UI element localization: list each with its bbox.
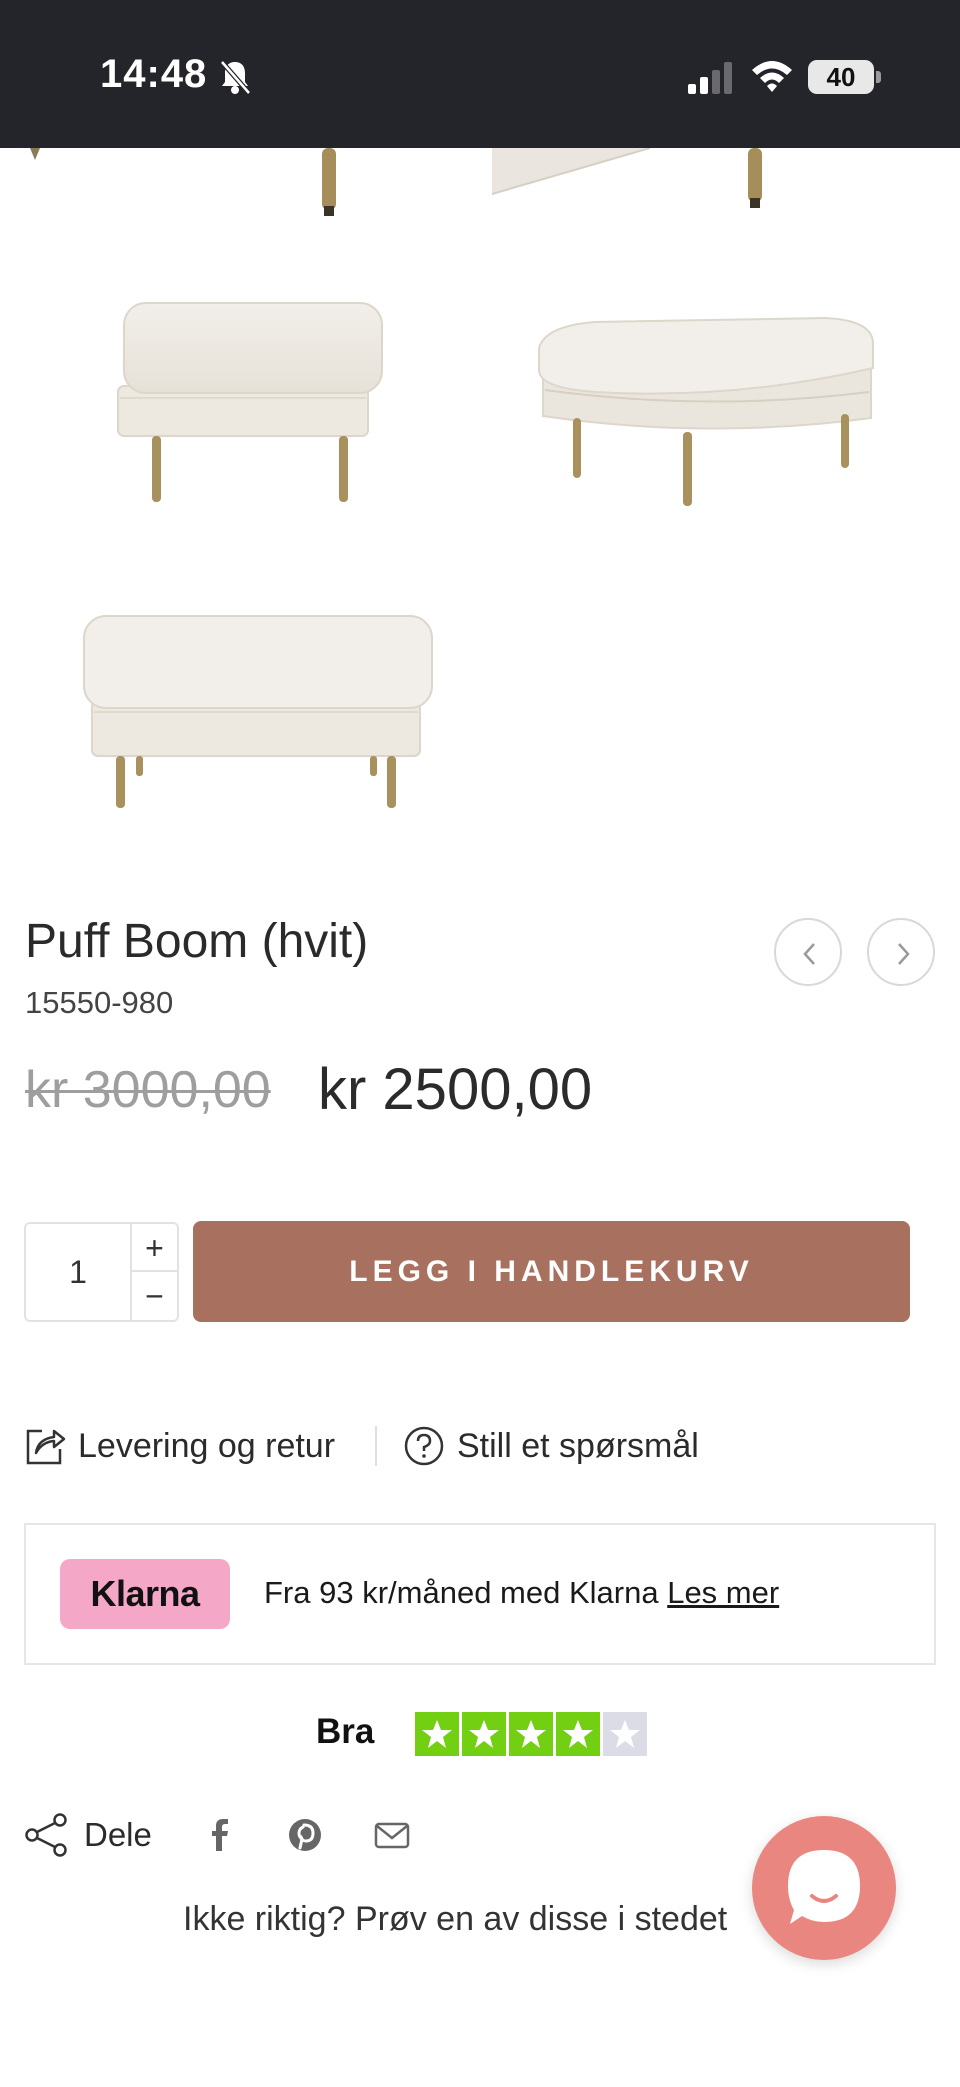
signal-icon — [688, 62, 732, 94]
status-bar: 14:48 40 — [0, 0, 960, 148]
next-product-button[interactable] — [867, 918, 935, 986]
add-to-cart-button[interactable]: LEGG I HANDLEKURV — [193, 1221, 910, 1322]
sale-price: kr 2500,00 — [318, 1057, 593, 1122]
alternatives-heading: Ikke riktig? Prøv en av disse i stedet — [183, 1900, 728, 1938]
product-sku: 15550-980 — [25, 985, 174, 1020]
previous-product-button[interactable] — [774, 918, 842, 986]
quantity-increase-button[interactable]: + — [132, 1224, 177, 1272]
ask-question-label: Still et spørsmål — [457, 1426, 699, 1465]
wifi-icon — [752, 61, 792, 92]
star-icon — [556, 1712, 600, 1756]
status-time: 14:48 — [100, 52, 208, 96]
quantity-input[interactable]: 1 — [26, 1224, 130, 1320]
trustpilot-rating-label: Bra — [316, 1712, 375, 1751]
star-icon — [415, 1712, 459, 1756]
product-image-3[interactable] — [110, 298, 390, 508]
star-icon — [462, 1712, 506, 1756]
klarna-installment-text: Fra 93 kr/måned med Klarna — [264, 1575, 659, 1610]
klarna-logo: Klarna — [60, 1559, 230, 1629]
battery-icon: 40 — [808, 60, 874, 94]
product-image-2[interactable] — [480, 148, 960, 228]
chat-button[interactable] — [752, 1816, 896, 1960]
share-row[interactable]: Dele — [24, 1810, 152, 1860]
quantity-decrease-button[interactable]: − — [132, 1272, 177, 1320]
chevron-left-icon — [803, 943, 815, 965]
klarna-read-more-link[interactable]: Les mer — [667, 1575, 779, 1610]
links-separator — [375, 1426, 377, 1466]
star-icon — [509, 1712, 553, 1756]
share-nodes-icon — [25, 1813, 67, 1857]
product-image-1[interactable] — [0, 148, 480, 228]
klarna-banner: Klarna Fra 93 kr/måned med Klarna Les me… — [24, 1523, 936, 1665]
star-icon — [603, 1712, 647, 1756]
product-title: Puff Boom (hvit) — [25, 915, 369, 968]
delivery-returns-label: Levering og retur — [78, 1426, 336, 1465]
quantity-stepper[interactable]: 1 + − — [24, 1222, 179, 1322]
ask-question-link[interactable]: Still et spørsmål — [403, 1420, 699, 1472]
mail-icon[interactable] — [372, 1815, 412, 1855]
product-image-4[interactable] — [535, 308, 880, 518]
chevron-right-icon — [898, 943, 910, 965]
old-price: kr 3000,00 — [25, 1061, 271, 1119]
share-arrow-icon — [26, 1429, 66, 1465]
share-label: Dele — [84, 1816, 152, 1853]
battery-tip — [876, 71, 881, 83]
delivery-returns-link[interactable]: Levering og retur — [24, 1420, 335, 1472]
trustpilot-stars[interactable] — [415, 1712, 650, 1756]
product-image-5[interactable] — [80, 608, 440, 813]
bell-slash-icon — [220, 60, 251, 95]
klarna-text: Fra 93 kr/måned med Klarna Les mer — [264, 1575, 779, 1611]
chat-icon — [788, 1850, 860, 1924]
facebook-icon[interactable] — [200, 1815, 240, 1855]
product-gallery[interactable] — [0, 148, 960, 838]
question-circle-icon — [404, 1426, 444, 1466]
pinterest-icon[interactable] — [285, 1815, 325, 1855]
